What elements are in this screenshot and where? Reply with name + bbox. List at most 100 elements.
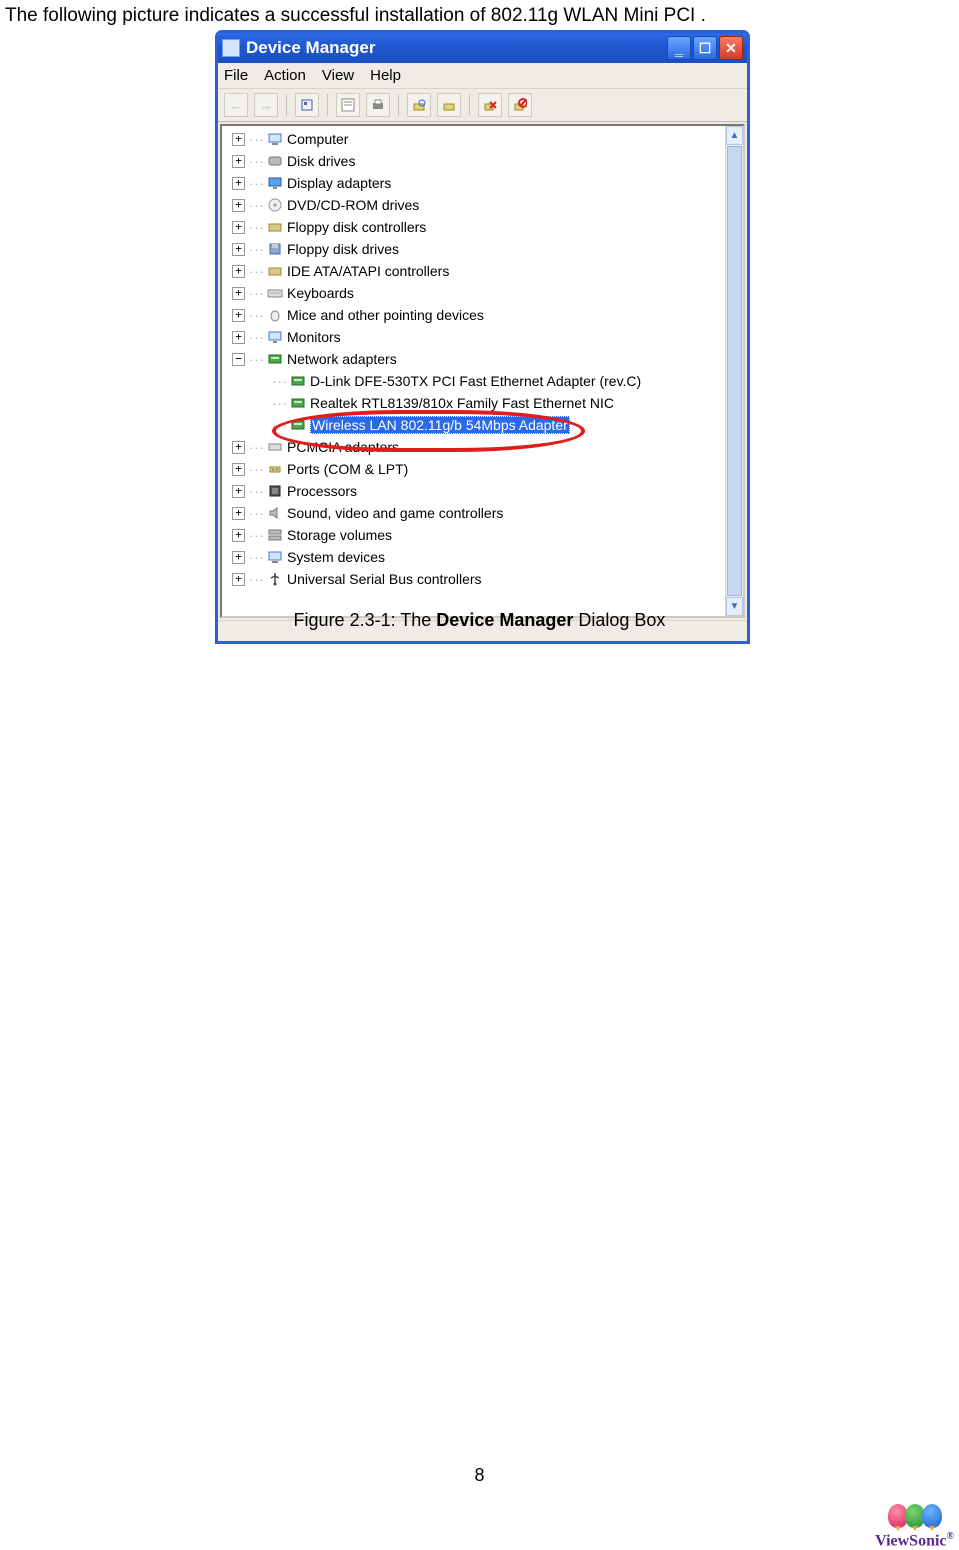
tree-node[interactable]: +···DVD/CD-ROM drives (232, 194, 741, 216)
uninstall-button[interactable] (478, 93, 502, 117)
expander-icon[interactable]: + (232, 199, 245, 212)
node-label: Processors (287, 483, 357, 499)
node-label: D-Link DFE-530TX PCI Fast Ethernet Adapt… (310, 373, 641, 389)
print-icon (371, 98, 385, 112)
expander-icon[interactable]: + (232, 485, 245, 498)
expander-icon[interactable]: − (232, 353, 245, 366)
tree-node[interactable]: +···Ports (COM & LPT) (232, 458, 741, 480)
expander-icon[interactable]: + (232, 441, 245, 454)
tree-node[interactable]: +···Monitors (232, 326, 741, 348)
expander-icon[interactable]: + (232, 463, 245, 476)
node-label: IDE ATA/ATAPI controllers (287, 263, 449, 279)
expander-icon[interactable]: + (232, 133, 245, 146)
tree-node[interactable]: +···Sound, video and game controllers (232, 502, 741, 524)
disable-icon (513, 98, 527, 112)
tree-node[interactable]: +···Storage volumes (232, 524, 741, 546)
scroll-up-icon[interactable]: ▲ (726, 126, 743, 145)
node-label: Disk drives (287, 153, 355, 169)
expander-icon[interactable]: + (232, 529, 245, 542)
ports-icon (267, 461, 283, 477)
tree-node[interactable]: +···Processors (232, 480, 741, 502)
expander-icon[interactable]: + (232, 309, 245, 322)
toolbar: ← → (218, 89, 747, 122)
expander-icon[interactable]: + (232, 177, 245, 190)
sound-icon (267, 505, 283, 521)
scroll-thumb[interactable] (727, 146, 742, 596)
tree-node[interactable]: +···Mice and other pointing devices (232, 304, 741, 326)
node-label: Ports (COM & LPT) (287, 461, 408, 477)
storage-icon (267, 527, 283, 543)
node-label: Mice and other pointing devices (287, 307, 484, 323)
expander-icon[interactable]: + (232, 507, 245, 520)
tree-node[interactable]: +···Keyboards (232, 282, 741, 304)
uninstall-icon (483, 98, 497, 112)
node-label: Storage volumes (287, 527, 392, 543)
up-tree-button[interactable] (295, 93, 319, 117)
expander-icon[interactable]: + (232, 573, 245, 586)
scrollbar[interactable]: ▲ ▼ (725, 126, 743, 616)
tree-node[interactable]: +···IDE ATA/ATAPI controllers (232, 260, 741, 282)
tree-node[interactable]: +···Universal Serial Bus controllers (232, 568, 741, 590)
node-label: Wireless LAN 802.11g/b 54Mbps Adapter (310, 416, 570, 434)
tree-node[interactable]: +···Floppy disk drives (232, 238, 741, 260)
tree-node[interactable]: +···System devices (232, 546, 741, 568)
scan-hardware-button[interactable] (407, 93, 431, 117)
tree-child-node[interactable]: ···D-Link DFE-530TX PCI Fast Ethernet Ad… (272, 370, 741, 392)
node-label: Display adapters (287, 175, 391, 191)
tree-child-node[interactable]: ···Realtek RTL8139/810x Family Fast Ethe… (272, 392, 741, 414)
disk-icon (267, 153, 283, 169)
separator (469, 94, 470, 116)
node-label: DVD/CD-ROM drives (287, 197, 419, 213)
maximize-button[interactable]: ☐ (693, 36, 717, 60)
app-icon (222, 39, 240, 57)
separator (398, 94, 399, 116)
menu-help[interactable]: Help (370, 67, 401, 84)
expander-icon[interactable]: + (232, 221, 245, 234)
device-manager-screenshot: Device Manager ‗ ☐ ✕ File Action View He… (215, 30, 750, 644)
system-icon (267, 549, 283, 565)
tree-node[interactable]: +···Computer (232, 128, 741, 150)
titlebar: Device Manager ‗ ☐ ✕ (218, 33, 747, 63)
up-tree-icon (300, 98, 314, 112)
expander-icon[interactable]: + (232, 551, 245, 564)
computer-icon (267, 131, 283, 147)
update-driver-button[interactable] (437, 93, 461, 117)
floppy-ctrl-icon (267, 219, 283, 235)
properties-button[interactable] (336, 93, 360, 117)
node-label: Realtek RTL8139/810x Family Fast Etherne… (310, 395, 614, 411)
tree-node[interactable]: +···Display adapters (232, 172, 741, 194)
menu-file[interactable]: File (224, 67, 248, 84)
tree-node[interactable]: +···Disk drives (232, 150, 741, 172)
close-button[interactable]: ✕ (719, 36, 743, 60)
forward-button[interactable]: → (254, 93, 278, 117)
tree-child-node[interactable]: ···Wireless LAN 802.11g/b 54Mbps Adapter (272, 414, 741, 436)
node-label: System devices (287, 549, 385, 565)
properties-icon (341, 98, 355, 112)
pcmcia-icon (267, 439, 283, 455)
expander-icon[interactable]: + (232, 265, 245, 278)
node-label: Universal Serial Bus controllers (287, 571, 482, 587)
birds-icon (875, 1504, 954, 1528)
node-label: PCMCIA adapters (287, 439, 399, 455)
cpu-icon (267, 483, 283, 499)
node-label: Keyboards (287, 285, 354, 301)
tree-node[interactable]: −···Network adapters (232, 348, 741, 370)
node-label: Floppy disk drives (287, 241, 399, 257)
expander-icon[interactable]: + (232, 243, 245, 256)
tree-node[interactable]: +···PCMCIA adapters (232, 436, 741, 458)
page-number: 8 (0, 1465, 959, 1486)
print-button[interactable] (366, 93, 390, 117)
menu-action[interactable]: Action (264, 67, 306, 84)
tree-node[interactable]: +···Floppy disk controllers (232, 216, 741, 238)
back-button[interactable]: ← (224, 93, 248, 117)
expander-icon[interactable]: + (232, 155, 245, 168)
menu-view[interactable]: View (322, 67, 354, 84)
separator (286, 94, 287, 116)
menubar: File Action View Help (218, 63, 747, 89)
viewsonic-logo: ViewSonic® (875, 1504, 954, 1550)
expander-icon[interactable]: + (232, 287, 245, 300)
display-icon (267, 175, 283, 191)
minimize-button[interactable]: ‗ (667, 36, 691, 60)
expander-icon[interactable]: + (232, 331, 245, 344)
disable-button[interactable] (508, 93, 532, 117)
